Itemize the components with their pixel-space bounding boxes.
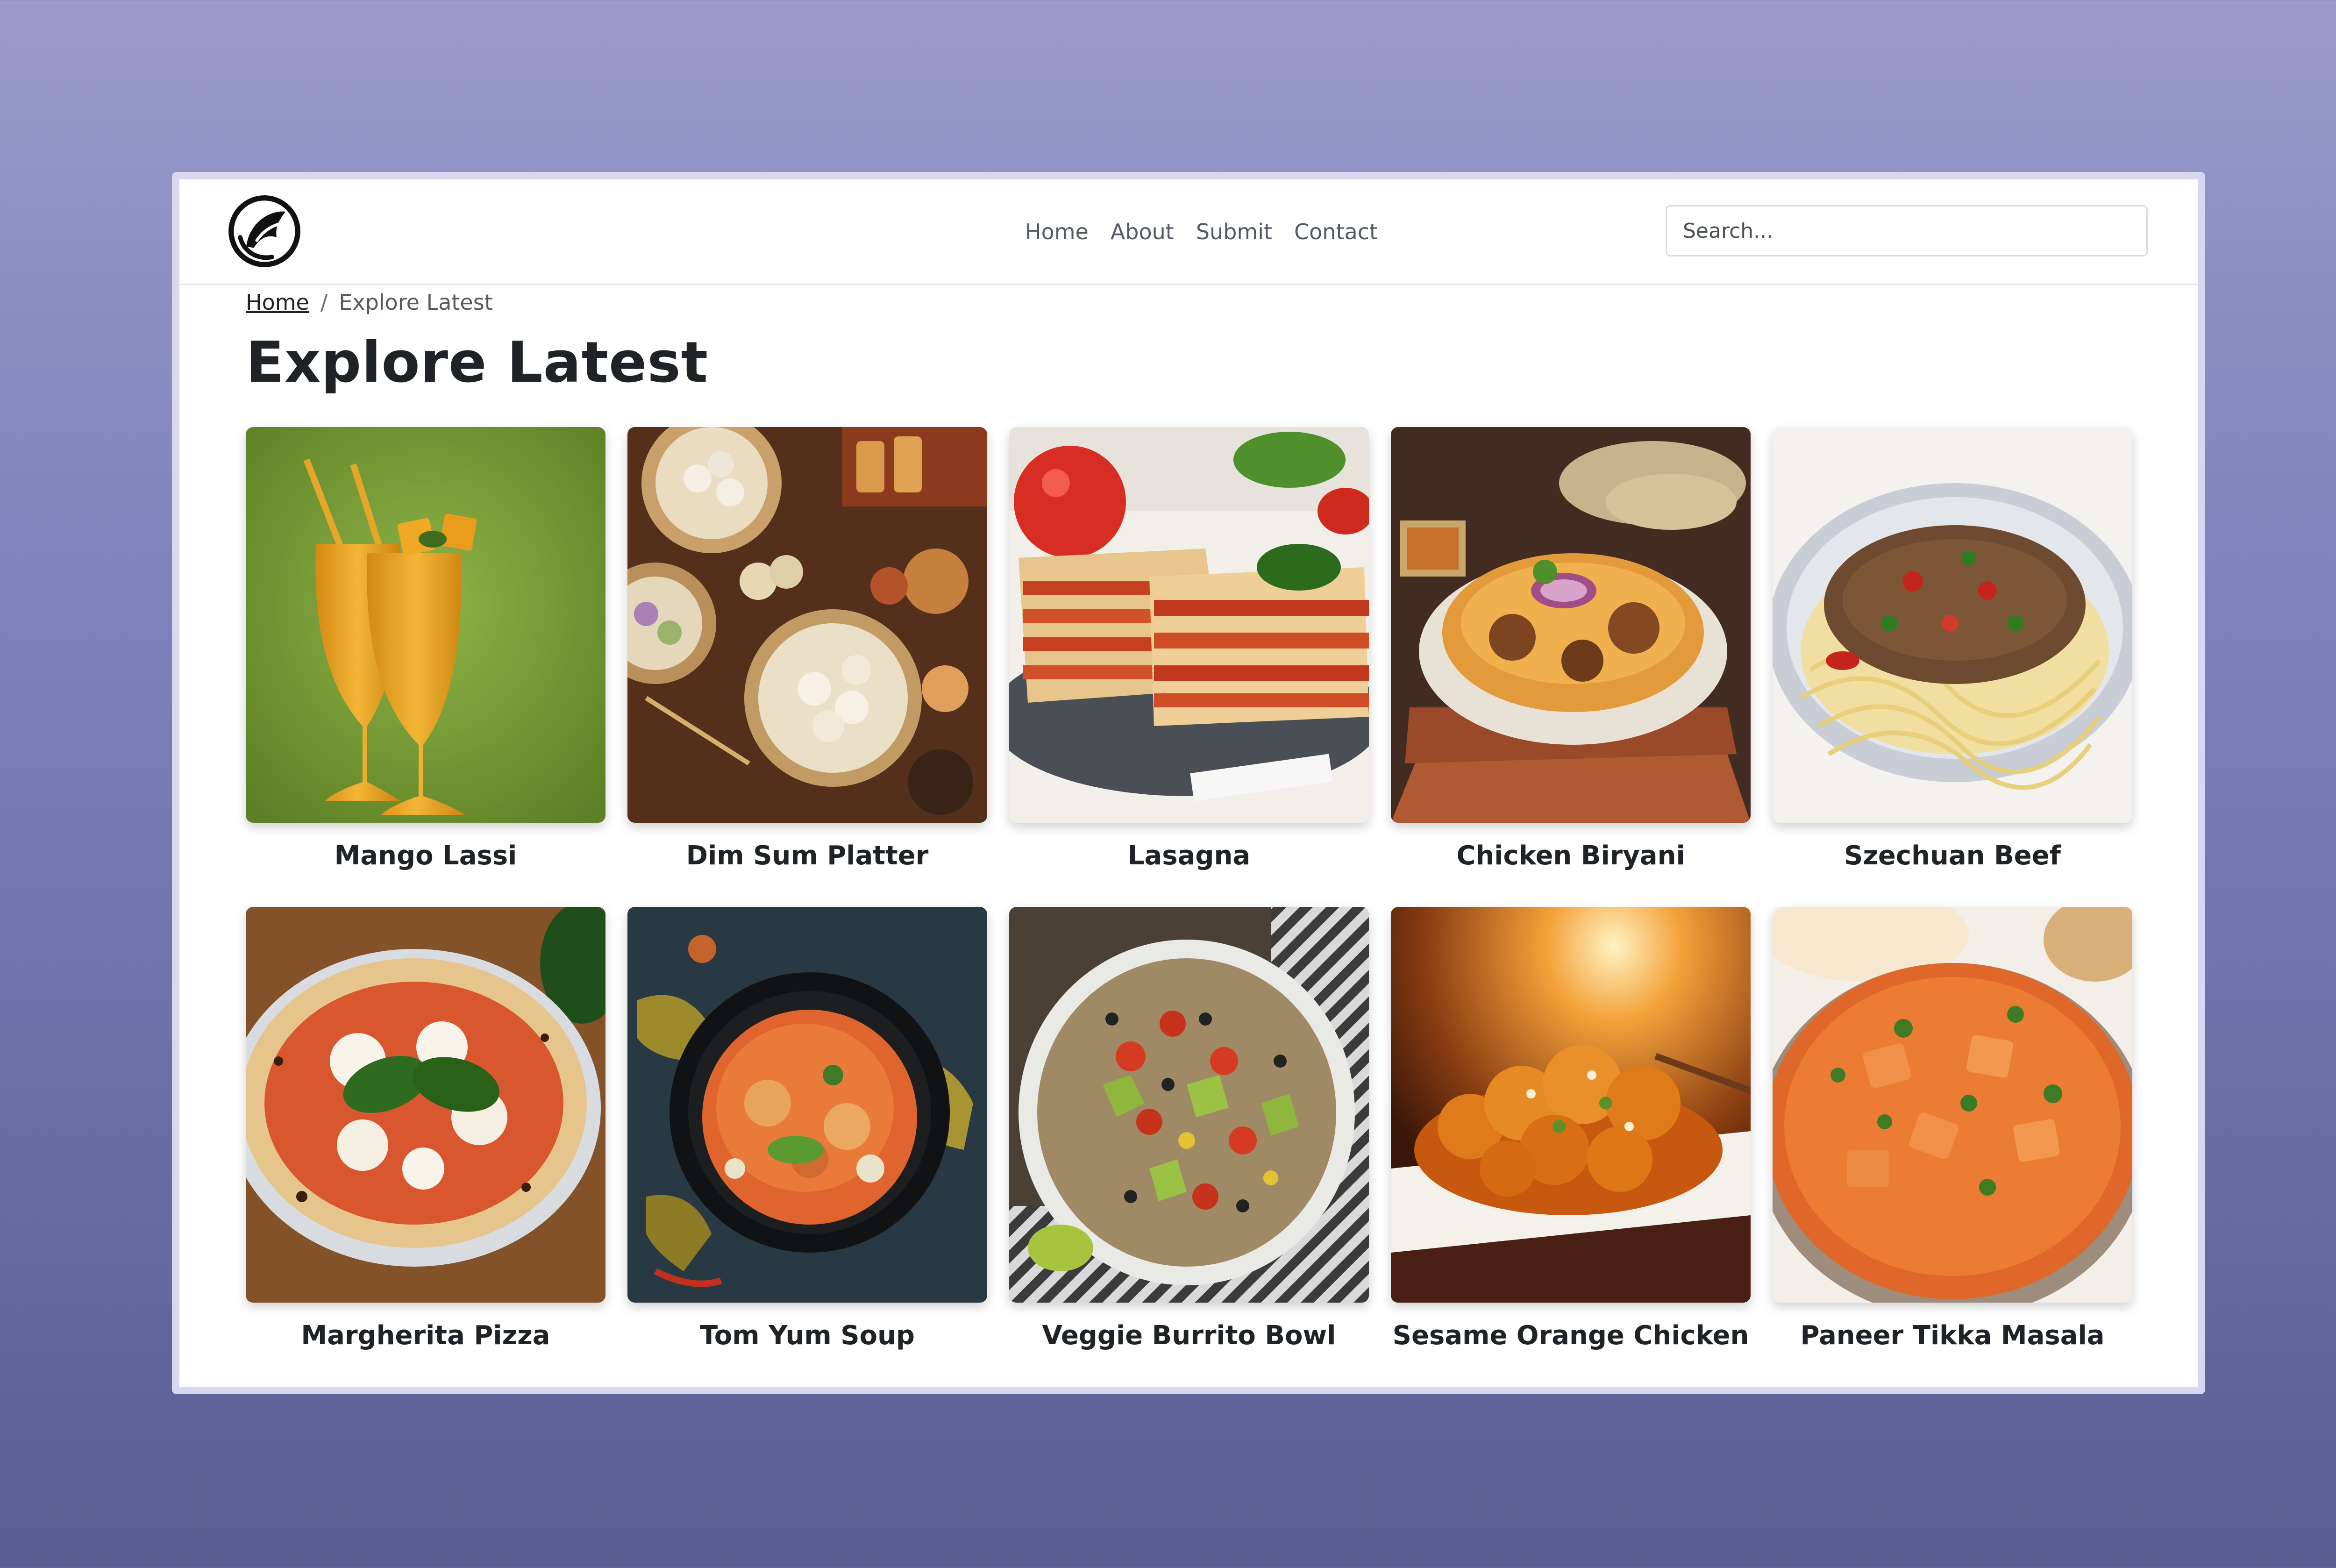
margherita-pizza-photo	[246, 906, 605, 1303]
nav-about-link[interactable]: About	[1111, 219, 1174, 244]
nav-submit-link[interactable]: Submit	[1196, 219, 1272, 244]
breadcrumb-separator: /	[320, 290, 328, 315]
recipe-image[interactable]	[246, 906, 605, 1303]
recipe-title[interactable]: Tom Yum Soup	[700, 1321, 915, 1350]
main-nav: Home About Submit Contact	[1025, 179, 1378, 284]
breadcrumb: Home / Explore Latest	[246, 286, 493, 319]
search-box	[1666, 205, 2148, 257]
recipe-card[interactable]: Dim Sum Platter	[627, 427, 987, 870]
logo-icon	[228, 195, 300, 267]
recipe-card[interactable]: Margherita Pizza	[246, 906, 605, 1350]
recipe-image[interactable]	[627, 427, 987, 823]
recipe-title[interactable]: Margherita Pizza	[301, 1321, 550, 1350]
recipe-image[interactable]	[1773, 906, 2132, 1303]
dim-sum-photo	[627, 427, 987, 823]
recipe-title[interactable]: Mango Lassi	[335, 841, 517, 870]
recipe-title[interactable]: Sesame Orange Chicken	[1393, 1321, 1749, 1350]
page-title: Explore Latest	[246, 330, 709, 395]
nav-contact-link[interactable]: Contact	[1294, 219, 1378, 244]
breadcrumb-current: Explore Latest	[339, 290, 493, 315]
paneer-tikka-masala-photo	[1773, 906, 2132, 1303]
search-input[interactable]	[1666, 205, 2148, 257]
breadcrumb-home-link[interactable]: Home	[246, 290, 309, 315]
recipe-image[interactable]	[1391, 427, 1751, 823]
lasagna-photo	[1009, 427, 1369, 823]
recipe-card[interactable]: Tom Yum Soup	[627, 906, 987, 1350]
recipe-image[interactable]	[1009, 906, 1369, 1303]
recipe-card[interactable]: Lasagna	[1009, 427, 1369, 870]
recipe-card[interactable]: Paneer Tikka Masala	[1773, 906, 2132, 1350]
recipe-card[interactable]: Veggie Burrito Bowl	[1009, 906, 1369, 1350]
mango-lassi-photo	[246, 427, 605, 823]
recipe-title[interactable]: Veggie Burrito Bowl	[1042, 1321, 1336, 1350]
nav-home-link[interactable]: Home	[1025, 219, 1089, 244]
recipe-image[interactable]	[1391, 906, 1751, 1303]
recipe-image[interactable]	[1773, 427, 2132, 823]
tom-yum-soup-photo	[627, 906, 987, 1303]
chicken-biryani-photo	[1391, 427, 1751, 823]
recipe-image[interactable]	[246, 427, 605, 823]
szechuan-beef-photo	[1773, 427, 2132, 823]
recipe-card[interactable]: Chicken Biryani	[1391, 427, 1751, 870]
recipe-title[interactable]: Lasagna	[1128, 841, 1250, 870]
sesame-orange-chicken-photo	[1391, 906, 1751, 1303]
site-logo[interactable]	[227, 193, 302, 269]
recipe-image[interactable]	[627, 906, 987, 1303]
browser-frame: Home About Submit Contact Home / Explore…	[172, 172, 2205, 1394]
veggie-burrito-bowl-photo	[1009, 906, 1369, 1303]
recipe-card[interactable]: Mango Lassi	[246, 427, 605, 870]
recipe-card[interactable]: Sesame Orange Chicken	[1391, 906, 1751, 1350]
recipe-image[interactable]	[1009, 427, 1369, 823]
recipe-card[interactable]: Szechuan Beef	[1773, 427, 2132, 870]
recipe-title[interactable]: Szechuan Beef	[1844, 841, 2061, 870]
recipe-grid: Mango Lassi Dim Sum Platter Lasagna Chic…	[246, 427, 2136, 1350]
recipe-title[interactable]: Chicken Biryani	[1456, 841, 1685, 870]
recipe-title[interactable]: Dim Sum Platter	[686, 841, 929, 870]
recipe-title[interactable]: Paneer Tikka Masala	[1800, 1321, 2104, 1350]
navbar: Home About Submit Contact	[179, 179, 2198, 285]
